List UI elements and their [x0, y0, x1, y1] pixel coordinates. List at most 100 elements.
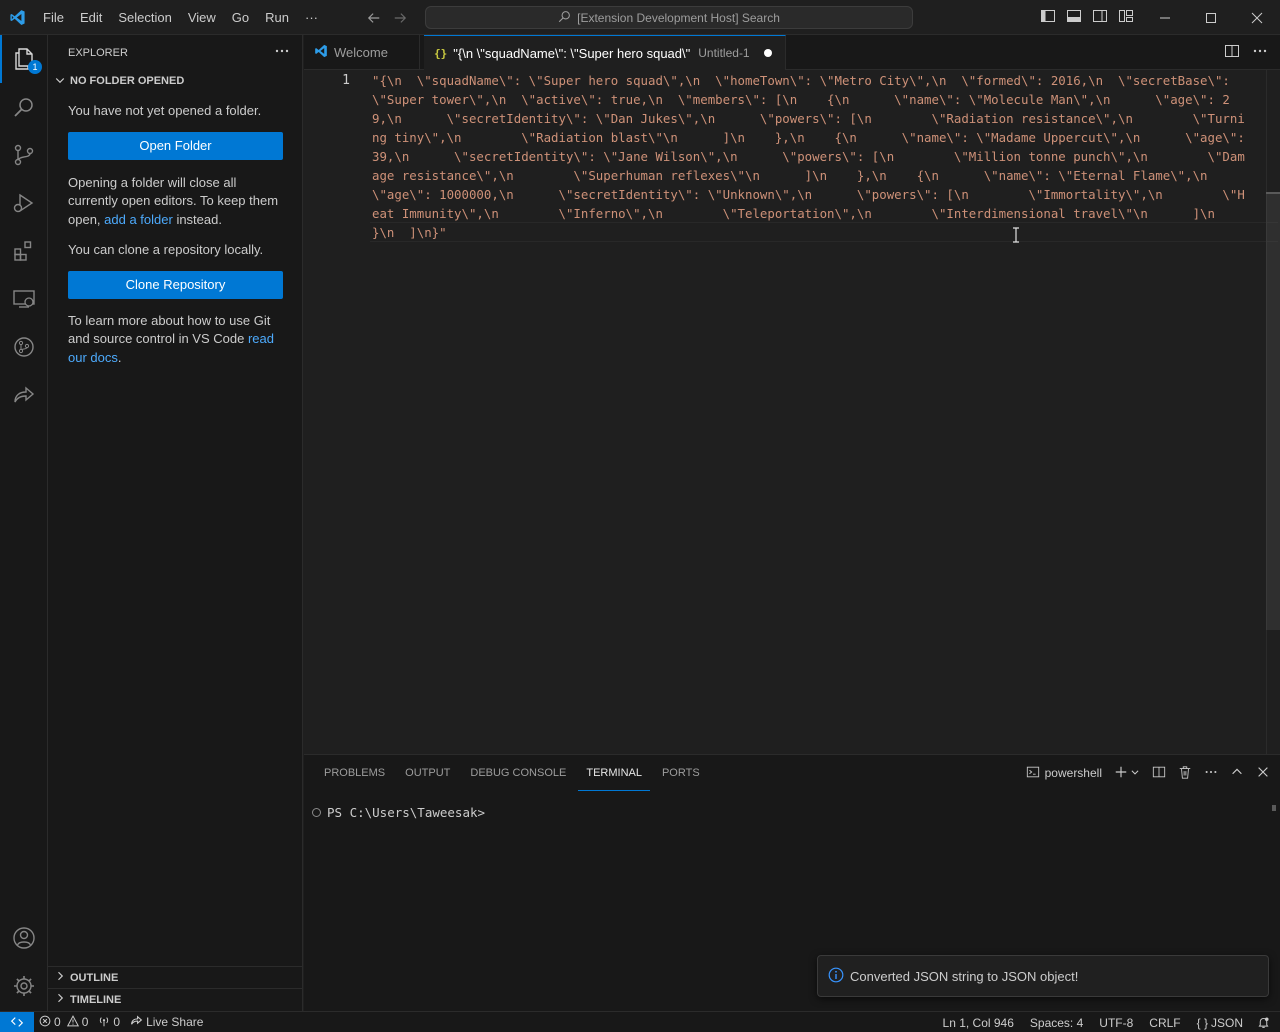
broadcast-icon	[98, 1015, 110, 1030]
open-folder-button[interactable]: Open Folder	[68, 131, 283, 160]
search-icon[interactable]	[0, 83, 48, 131]
menu-edit[interactable]: Edit	[72, 0, 110, 35]
remote-indicator-icon[interactable]	[0, 1011, 34, 1032]
json-braces-icon: { }	[1196, 1015, 1208, 1030]
run-debug-icon[interactable]	[0, 179, 48, 227]
maximize-icon[interactable]	[1188, 0, 1234, 35]
new-terminal-button[interactable]	[1114, 765, 1140, 782]
split-editor-icon[interactable]	[1224, 43, 1240, 62]
minimize-icon[interactable]	[1142, 0, 1188, 35]
ports-count: 0	[113, 1015, 121, 1029]
timeline-section-header[interactable]: TIMELINE	[48, 988, 303, 1010]
remote-explorer-icon[interactable]	[0, 275, 48, 323]
menu-selection[interactable]: Selection	[110, 0, 179, 35]
tab-label: "{\n \"squadName\": \"Super hero squad\"	[453, 45, 691, 61]
tab-ports[interactable]: PORTS	[654, 755, 708, 791]
more-actions-icon[interactable]	[1252, 43, 1268, 62]
toggle-panel-icon[interactable]	[1066, 8, 1082, 27]
tab-problems[interactable]: PROBLEMS	[316, 755, 393, 791]
tab-output[interactable]: OUTPUT	[397, 755, 458, 791]
source-control-icon[interactable]	[0, 131, 48, 179]
github-icon[interactable]	[0, 323, 48, 371]
language-label: JSON	[1210, 1015, 1243, 1030]
add-folder-link[interactable]: add a folder	[104, 212, 173, 227]
text-cursor-icon	[1012, 227, 1020, 243]
status-bar: 0 0 0 Live Share Ln 1, Col 946 Spaces: 4…	[0, 1011, 1280, 1032]
end-of-line[interactable]: CRLF	[1141, 1012, 1188, 1032]
timeline-label: TIMELINE	[70, 993, 122, 1006]
outline-label: OUTLINE	[70, 971, 119, 984]
terminal-shell-selector[interactable]: powershell	[1026, 765, 1102, 782]
live-share-label: Live Share	[146, 1015, 204, 1029]
live-share-icon[interactable]	[0, 371, 48, 419]
sidebar-title: EXPLORER	[68, 46, 128, 59]
no-folder-text: You have not yet opened a folder.	[68, 103, 262, 118]
section-title: NO FOLDER OPENED	[70, 75, 185, 87]
maximize-panel-icon[interactable]	[1230, 765, 1244, 782]
scrollbar-thumb[interactable]	[1266, 192, 1280, 630]
close-panel-icon[interactable]	[1256, 765, 1270, 782]
notification-message: Converted JSON string to JSON object!	[850, 968, 1079, 984]
explorer-icon[interactable]: 1	[0, 35, 48, 83]
title-bar: File Edit Selection View Go Run ··· [Ext…	[0, 0, 1280, 35]
language-mode[interactable]: { } JSON	[1189, 1012, 1251, 1032]
ports-status[interactable]: 0	[93, 1012, 125, 1032]
unsaved-dot-icon[interactable]	[763, 49, 772, 57]
more-actions-icon[interactable]	[274, 43, 290, 62]
opening-folder-text-b: instead.	[172, 211, 222, 227]
warning-icon	[66, 1014, 79, 1030]
manage-gear-icon[interactable]	[0, 962, 48, 1010]
split-terminal-icon[interactable]	[1152, 765, 1166, 782]
opening-folder-text: Opening a folder will close all currentl…	[68, 174, 282, 230]
menu-file[interactable]: File	[35, 0, 72, 35]
editor-content[interactable]: "{\n \"squadName\": \"Super hero squad\"…	[372, 70, 1252, 242]
code-editor[interactable]: 1 "{\n \"squadName\": \"Super hero squad…	[304, 70, 1280, 754]
customize-layout-icon[interactable]	[1118, 8, 1134, 27]
shell-name: powershell	[1044, 766, 1102, 780]
info-icon	[828, 967, 844, 986]
toggle-primary-sidebar-icon[interactable]	[1040, 8, 1056, 27]
menu-go[interactable]: Go	[224, 0, 257, 35]
terminal-scrollbar[interactable]	[1272, 805, 1276, 811]
accounts-icon[interactable]	[0, 914, 48, 962]
outline-section-header[interactable]: OUTLINE	[48, 966, 303, 988]
git-docs-text: To learn more about how to use Git and s…	[68, 312, 282, 368]
indentation[interactable]: Spaces: 4	[1022, 1012, 1091, 1032]
chevron-right-icon	[54, 970, 66, 985]
menu-run[interactable]: Run	[257, 0, 297, 35]
tab-description: Untitled-1	[698, 46, 750, 60]
toggle-secondary-sidebar-icon[interactable]	[1092, 8, 1108, 27]
menu-more-icon[interactable]: ···	[297, 0, 326, 35]
error-count: 0	[54, 1015, 61, 1029]
tab-terminal[interactable]: TERMINAL	[578, 755, 650, 791]
search-icon	[558, 10, 571, 26]
no-folder-section-header[interactable]: NO FOLDER OPENED	[48, 70, 302, 92]
tab-label: Welcome	[334, 45, 388, 60]
trash-icon[interactable]	[1178, 765, 1192, 782]
notifications-bell-icon[interactable]	[1251, 1012, 1280, 1032]
encoding[interactable]: UTF-8	[1091, 1012, 1141, 1032]
extensions-icon[interactable]	[0, 227, 48, 275]
menu-view[interactable]: View	[180, 0, 224, 35]
chevron-down-icon	[54, 74, 66, 89]
back-arrow-icon[interactable]	[366, 10, 382, 26]
vscode-logo-icon	[314, 44, 328, 61]
terminal-prompt-line[interactable]: PS C:\Users\Taweesak>	[312, 805, 485, 820]
close-icon[interactable]	[1234, 0, 1280, 35]
tab-untitled-1[interactable]: {} "{\n \"squadName\": \"Super hero squa…	[424, 35, 786, 70]
live-share-status[interactable]: Live Share	[125, 1012, 208, 1032]
error-icon	[39, 1015, 51, 1030]
forward-arrow-icon[interactable]	[392, 10, 408, 26]
clone-repository-button[interactable]: Clone Repository	[68, 270, 283, 299]
chevron-down-icon	[1130, 766, 1140, 780]
cursor-position[interactable]: Ln 1, Col 946	[935, 1012, 1022, 1032]
command-center-label: [Extension Development Host] Search	[577, 10, 780, 25]
tab-debug-console[interactable]: DEBUG CONSOLE	[462, 755, 574, 791]
panel-more-icon[interactable]	[1204, 765, 1218, 782]
tab-welcome[interactable]: Welcome	[304, 35, 420, 70]
chevron-right-icon	[54, 992, 66, 1007]
editor-scrollbar[interactable]	[1266, 70, 1280, 754]
command-center-search[interactable]: [Extension Development Host] Search	[425, 6, 913, 29]
terminal-prompt: PS C:\Users\Taweesak>	[327, 805, 486, 820]
problems-status[interactable]: 0 0	[34, 1012, 93, 1032]
